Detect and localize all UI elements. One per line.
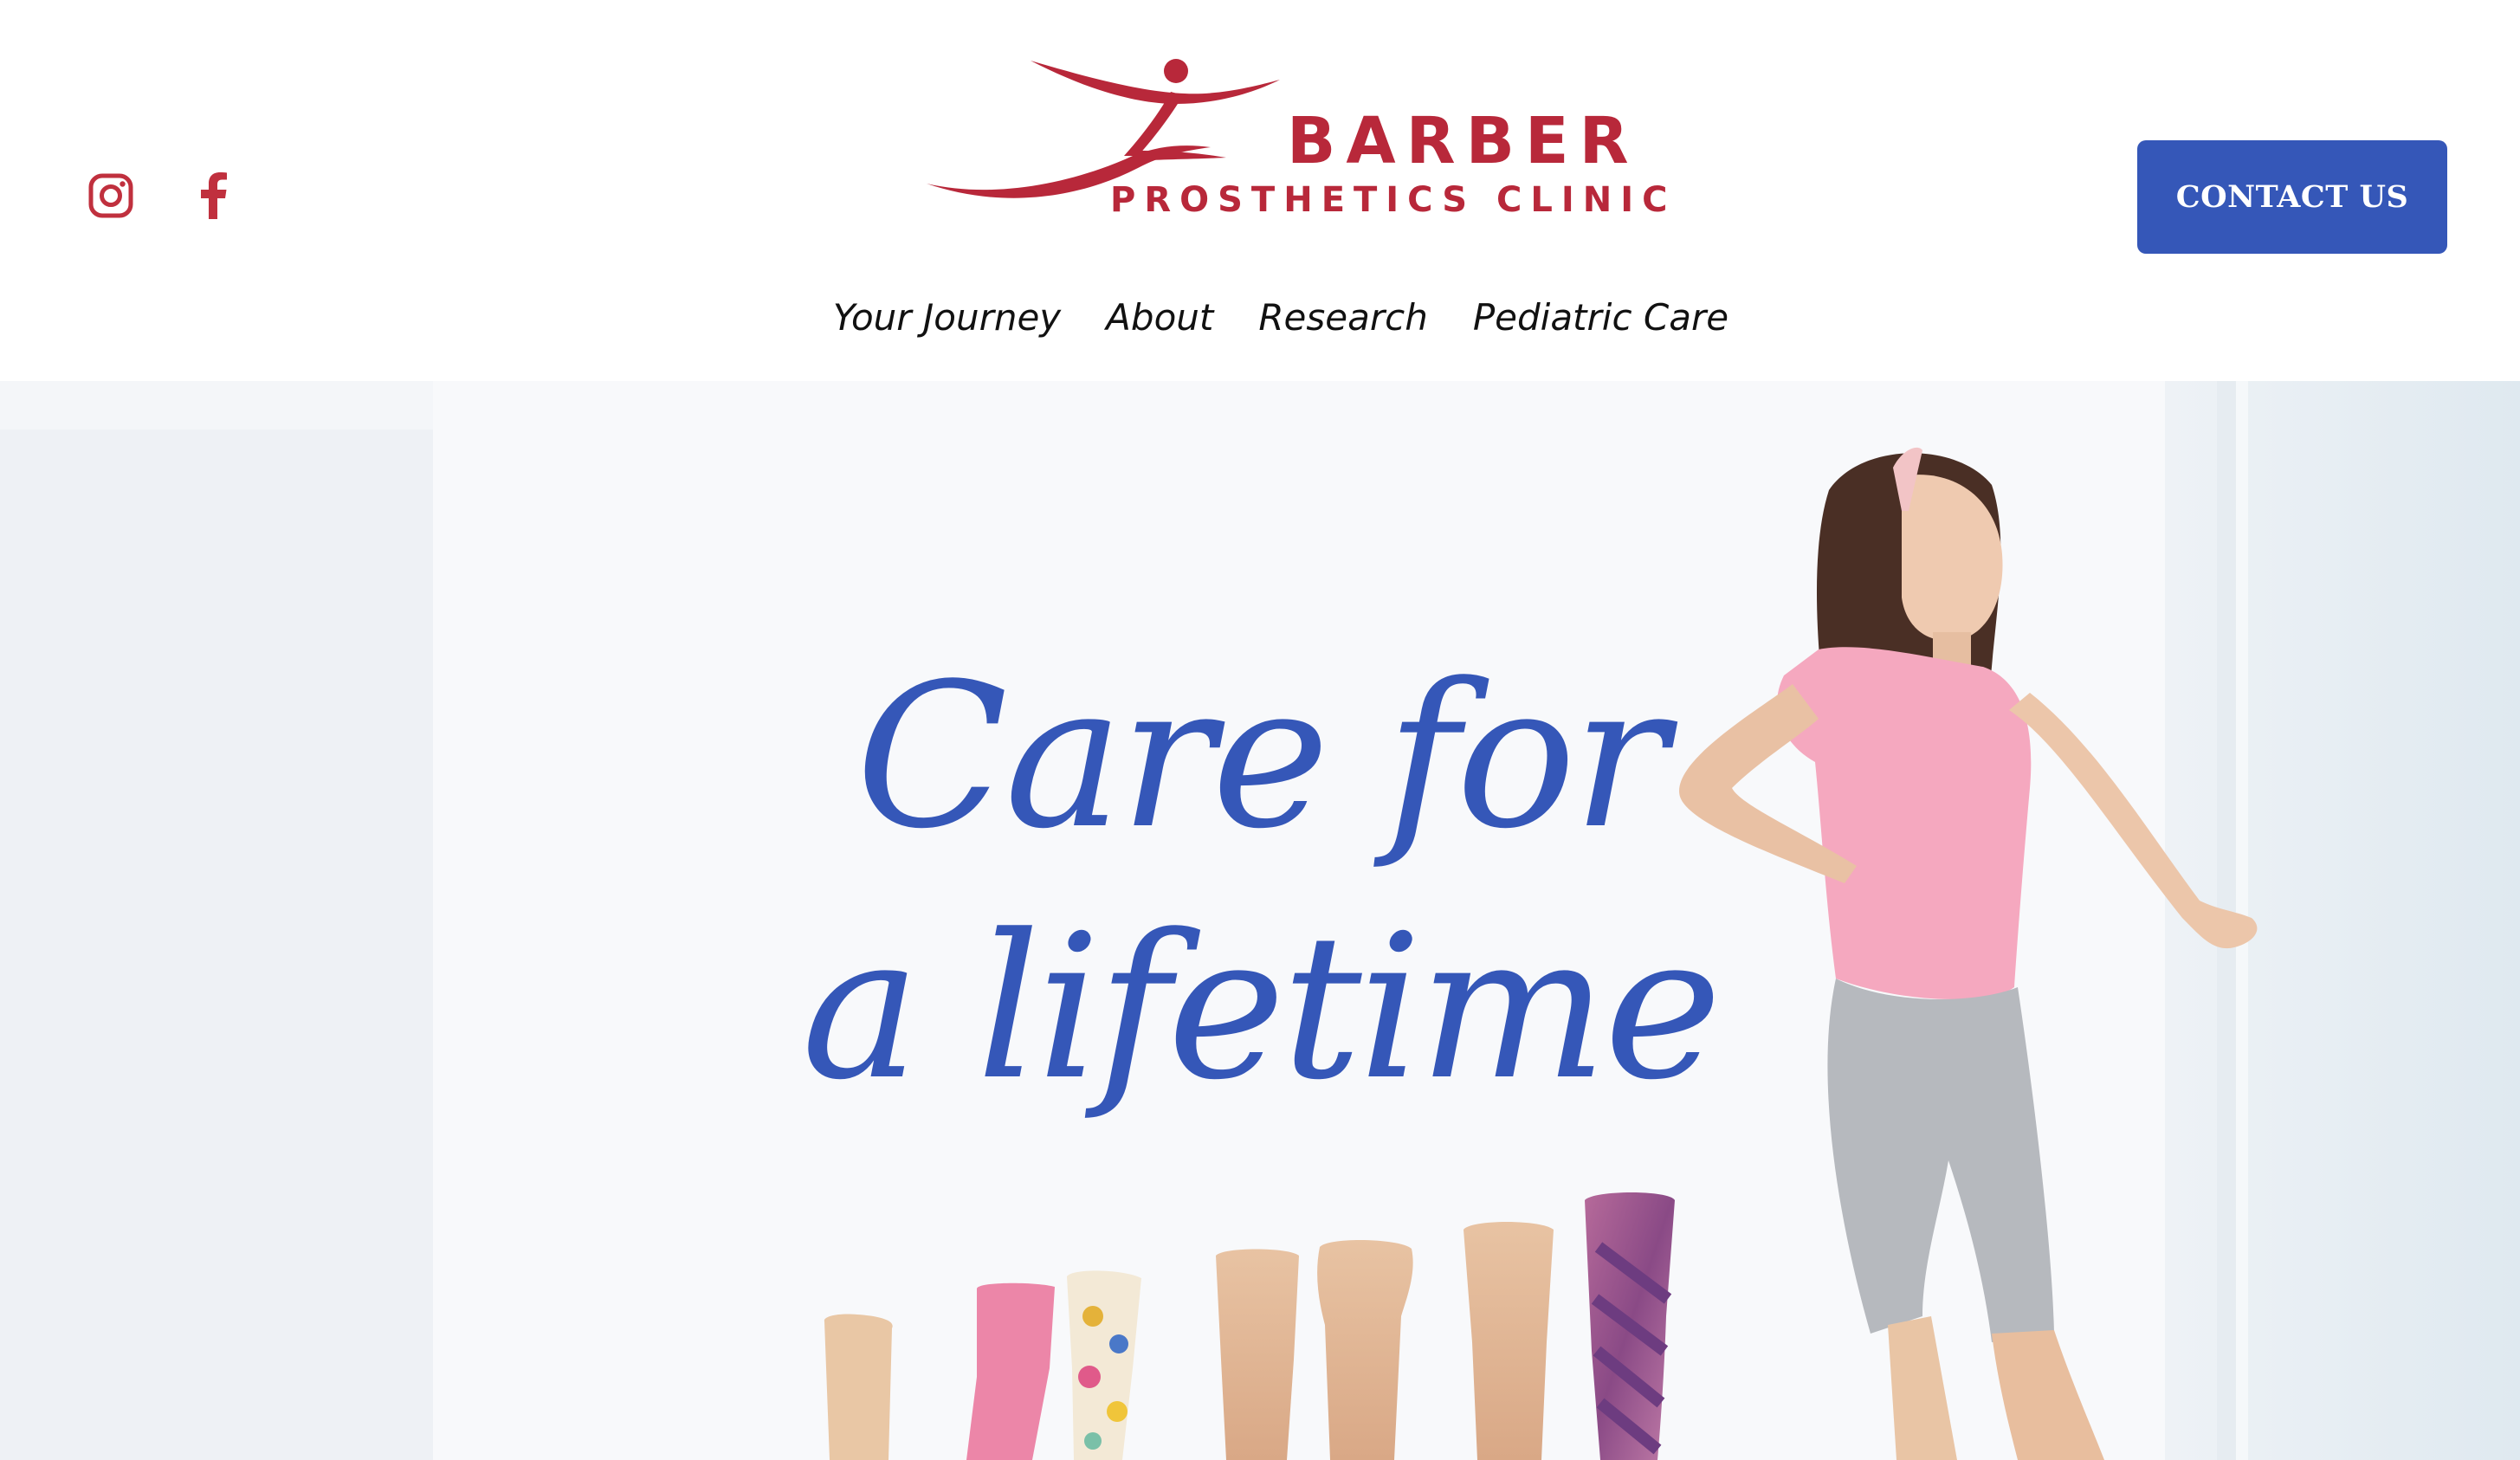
nav-item-pediatric-care[interactable]: Pediatric Care [1473,296,1728,339]
main-nav: Your Journey About Research Pediatric Ca… [0,296,2520,339]
hero-headline-line1: Care for [856,642,1668,873]
nav-item-about[interactable]: About [1106,296,1213,339]
logo-brand-name: BARBER [1287,104,1639,178]
logo-subtitle: PROSTHETICS CLINIC [1110,180,1677,220]
hero-headline-line2: a lifetime [801,893,1722,1124]
instagram-link[interactable] [85,170,137,222]
site-header: BARBER PROSTHETICS CLINIC CONTACT US You… [0,0,2520,381]
social-links [85,170,239,222]
nav-item-research[interactable]: Research [1258,296,1427,339]
hero-headline: Care for a lifetime [0,632,2520,1134]
facebook-icon [201,172,227,219]
clinic-logo[interactable]: BARBER PROSTHETICS CLINIC [925,54,1667,227]
facebook-link[interactable] [187,170,239,222]
instagram-icon [88,173,133,218]
nav-item-your-journey[interactable]: Your Journey [833,296,1061,339]
hero-section: Care for a lifetime [0,381,2520,1460]
contact-us-button[interactable]: CONTACT US [2137,140,2447,254]
